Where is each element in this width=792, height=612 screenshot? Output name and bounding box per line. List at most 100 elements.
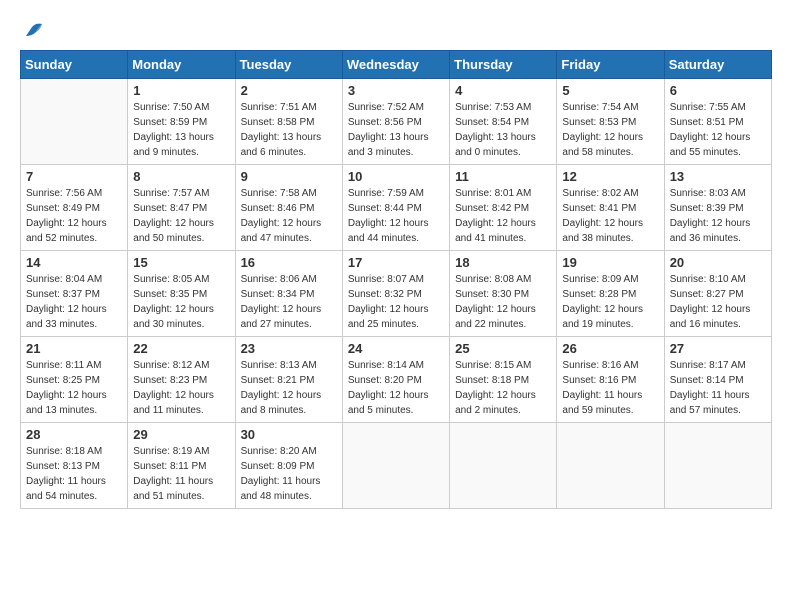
day-of-week-header: Friday [557,51,664,79]
calendar-cell: 18 Sunrise: 8:08 AM Sunset: 8:30 PM Dayli… [450,251,557,337]
day-number: 23 [241,341,337,356]
day-number: 3 [348,83,444,98]
day-info: Sunrise: 7:58 AM Sunset: 8:46 PM Dayligh… [241,186,337,246]
day-of-week-header: Wednesday [342,51,449,79]
day-info: Sunrise: 7:56 AM Sunset: 8:49 PM Dayligh… [26,186,122,246]
calendar-cell [450,423,557,509]
day-info: Sunrise: 8:02 AM Sunset: 8:41 PM Dayligh… [562,186,658,246]
day-info: Sunrise: 7:57 AM Sunset: 8:47 PM Dayligh… [133,186,229,246]
day-info: Sunrise: 8:04 AM Sunset: 8:37 PM Dayligh… [26,272,122,332]
day-info: Sunrise: 8:16 AM Sunset: 8:16 PM Dayligh… [562,358,658,418]
day-number: 2 [241,83,337,98]
day-info: Sunrise: 8:08 AM Sunset: 8:30 PM Dayligh… [455,272,551,332]
calendar-cell: 6 Sunrise: 7:55 AM Sunset: 8:51 PM Daylig… [664,79,771,165]
day-of-week-header: Thursday [450,51,557,79]
calendar-cell: 28 Sunrise: 8:18 AM Sunset: 8:13 PM Dayli… [21,423,128,509]
day-info: Sunrise: 8:05 AM Sunset: 8:35 PM Dayligh… [133,272,229,332]
day-info: Sunrise: 7:53 AM Sunset: 8:54 PM Dayligh… [455,100,551,160]
day-info: Sunrise: 7:51 AM Sunset: 8:58 PM Dayligh… [241,100,337,160]
calendar-cell [557,423,664,509]
calendar-week-row: 28 Sunrise: 8:18 AM Sunset: 8:13 PM Dayli… [21,423,772,509]
calendar-cell: 29 Sunrise: 8:19 AM Sunset: 8:11 PM Dayli… [128,423,235,509]
day-number: 20 [670,255,766,270]
day-number: 8 [133,169,229,184]
calendar-cell [342,423,449,509]
calendar-week-row: 7 Sunrise: 7:56 AM Sunset: 8:49 PM Daylig… [21,165,772,251]
calendar-cell: 23Sunrise: 8:13 AM Sunset: 8:21 PM Dayli… [235,337,342,423]
day-info: Sunrise: 8:15 AM Sunset: 8:18 PM Dayligh… [455,358,551,418]
day-number: 10 [348,169,444,184]
day-number: 28 [26,427,122,442]
day-info: Sunrise: 8:19 AM Sunset: 8:11 PM Dayligh… [133,444,229,504]
calendar-cell: 1Sunrise: 7:50 AM Sunset: 8:59 PM Daylig… [128,79,235,165]
day-number: 29 [133,427,229,442]
logo-bird-icon [22,20,44,40]
day-info: Sunrise: 7:59 AM Sunset: 8:44 PM Dayligh… [348,186,444,246]
calendar-cell: 16 Sunrise: 8:06 AM Sunset: 8:34 PM Dayli… [235,251,342,337]
calendar-table: SundayMondayTuesdayWednesdayThursdayFrid… [20,50,772,509]
calendar-cell: 2 Sunrise: 7:51 AM Sunset: 8:58 PM Daylig… [235,79,342,165]
day-info: Sunrise: 8:11 AM Sunset: 8:25 PM Dayligh… [26,358,122,418]
day-info: Sunrise: 8:10 AM Sunset: 8:27 PM Dayligh… [670,272,766,332]
day-number: 19 [562,255,658,270]
day-of-week-header: Tuesday [235,51,342,79]
day-info: Sunrise: 8:07 AM Sunset: 8:32 PM Dayligh… [348,272,444,332]
day-number: 11 [455,169,551,184]
day-number: 9 [241,169,337,184]
day-of-week-header: Sunday [21,51,128,79]
logo [20,20,44,40]
day-info: Sunrise: 8:01 AM Sunset: 8:42 PM Dayligh… [455,186,551,246]
calendar-cell: 15Sunrise: 8:05 AM Sunset: 8:35 PM Dayli… [128,251,235,337]
calendar-cell: 19 Sunrise: 8:09 AM Sunset: 8:28 PM Dayli… [557,251,664,337]
day-number: 21 [26,341,122,356]
day-number: 7 [26,169,122,184]
day-info: Sunrise: 7:52 AM Sunset: 8:56 PM Dayligh… [348,100,444,160]
day-number: 12 [562,169,658,184]
day-number: 17 [348,255,444,270]
page-header [20,20,772,40]
day-info: Sunrise: 8:17 AM Sunset: 8:14 PM Dayligh… [670,358,766,418]
calendar-cell: 4 Sunrise: 7:53 AM Sunset: 8:54 PM Daylig… [450,79,557,165]
day-info: Sunrise: 8:18 AM Sunset: 8:13 PM Dayligh… [26,444,122,504]
calendar-week-row: 1Sunrise: 7:50 AM Sunset: 8:59 PM Daylig… [21,79,772,165]
calendar-cell: 17 Sunrise: 8:07 AM Sunset: 8:32 PM Dayli… [342,251,449,337]
day-number: 26 [562,341,658,356]
calendar-cell: 26 Sunrise: 8:16 AM Sunset: 8:16 PM Dayli… [557,337,664,423]
calendar-cell: 3 Sunrise: 7:52 AM Sunset: 8:56 PM Daylig… [342,79,449,165]
day-number: 24 [348,341,444,356]
day-info: Sunrise: 8:09 AM Sunset: 8:28 PM Dayligh… [562,272,658,332]
calendar-header-row: SundayMondayTuesdayWednesdayThursdayFrid… [21,51,772,79]
day-number: 1 [133,83,229,98]
day-number: 22 [133,341,229,356]
day-of-week-header: Monday [128,51,235,79]
calendar-cell: 8 Sunrise: 7:57 AM Sunset: 8:47 PM Daylig… [128,165,235,251]
calendar-cell: 12 Sunrise: 8:02 AM Sunset: 8:41 PM Dayli… [557,165,664,251]
calendar-cell: 30Sunrise: 8:20 AM Sunset: 8:09 PM Dayli… [235,423,342,509]
day-info: Sunrise: 8:06 AM Sunset: 8:34 PM Dayligh… [241,272,337,332]
calendar-cell: 14Sunrise: 8:04 AM Sunset: 8:37 PM Dayli… [21,251,128,337]
calendar-cell [21,79,128,165]
day-number: 25 [455,341,551,356]
calendar-week-row: 14Sunrise: 8:04 AM Sunset: 8:37 PM Dayli… [21,251,772,337]
day-number: 6 [670,83,766,98]
day-number: 18 [455,255,551,270]
day-info: Sunrise: 8:03 AM Sunset: 8:39 PM Dayligh… [670,186,766,246]
calendar-cell: 22 Sunrise: 8:12 AM Sunset: 8:23 PM Dayli… [128,337,235,423]
calendar-cell: 11 Sunrise: 8:01 AM Sunset: 8:42 PM Dayli… [450,165,557,251]
day-number: 27 [670,341,766,356]
day-info: Sunrise: 7:55 AM Sunset: 8:51 PM Dayligh… [670,100,766,160]
day-of-week-header: Saturday [664,51,771,79]
day-number: 16 [241,255,337,270]
calendar-week-row: 21 Sunrise: 8:11 AM Sunset: 8:25 PM Dayli… [21,337,772,423]
day-info: Sunrise: 8:12 AM Sunset: 8:23 PM Dayligh… [133,358,229,418]
calendar-cell: 24 Sunrise: 8:14 AM Sunset: 8:20 PM Dayli… [342,337,449,423]
calendar-cell: 7 Sunrise: 7:56 AM Sunset: 8:49 PM Daylig… [21,165,128,251]
calendar-cell: 9 Sunrise: 7:58 AM Sunset: 8:46 PM Daylig… [235,165,342,251]
calendar-cell: 25 Sunrise: 8:15 AM Sunset: 8:18 PM Dayli… [450,337,557,423]
day-info: Sunrise: 8:14 AM Sunset: 8:20 PM Dayligh… [348,358,444,418]
calendar-cell: 27 Sunrise: 8:17 AM Sunset: 8:14 PM Dayli… [664,337,771,423]
day-number: 4 [455,83,551,98]
calendar-cell: 20 Sunrise: 8:10 AM Sunset: 8:27 PM Dayli… [664,251,771,337]
day-number: 5 [562,83,658,98]
day-info: Sunrise: 8:20 AM Sunset: 8:09 PM Dayligh… [241,444,337,504]
